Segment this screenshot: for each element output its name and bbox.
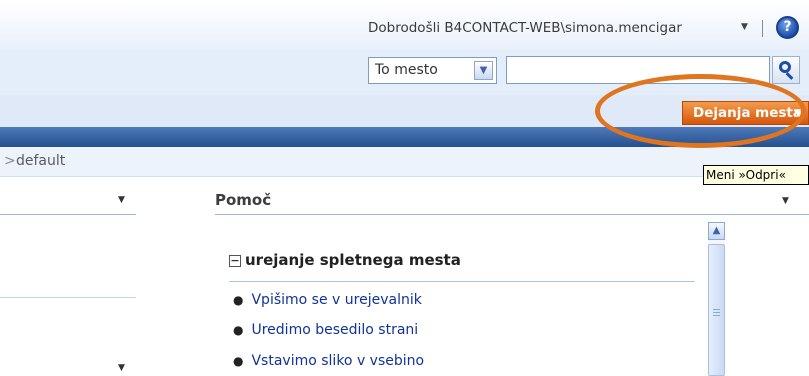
chevron-down-icon: ▼	[741, 22, 748, 32]
webpart-menu-icon[interactable]: ▼	[118, 363, 125, 373]
chevron-down-icon[interactable]: ▼	[474, 61, 493, 80]
search-icon-handle	[785, 72, 794, 80]
help-link-text: Vpišimo se v urejevalnik	[251, 292, 422, 308]
section-underline	[229, 281, 695, 282]
tooltip: Meni »Odpri«	[703, 165, 809, 185]
help-link[interactable]: ● Vstavimo sliko v vsebino	[233, 353, 424, 369]
scrollbar-grip	[713, 309, 720, 310]
help-icon[interactable]: ?	[776, 16, 799, 39]
help-pane-title: Pomoč	[215, 191, 272, 209]
scrollbar-grip	[713, 312, 720, 313]
help-section-header[interactable]: − urejanje spletnega mesta	[229, 251, 461, 269]
search-icon	[779, 61, 791, 73]
webpart-divider	[0, 297, 136, 298]
collapse-icon[interactable]: −	[229, 255, 241, 267]
search-scope-select[interactable]: To mesto ▼	[368, 57, 497, 84]
scrollbar-grip	[713, 315, 720, 316]
help-section-title: urejanje spletnega mesta	[245, 251, 461, 269]
bullet-icon: ●	[233, 354, 244, 368]
webpart-title-underline	[0, 214, 136, 215]
welcome-text: Dobrodošli B4CONTACT-WEB\simona.mencigar	[368, 20, 682, 36]
scroll-up-icon[interactable]: ▲	[708, 222, 725, 240]
breadcrumb-separator: >	[4, 153, 16, 169]
help-link[interactable]: ● Vpišimo se v urejevalnik	[233, 292, 422, 308]
search-button[interactable]	[772, 56, 800, 84]
help-link[interactable]: ● Uredimo besedilo strani	[233, 322, 418, 338]
search-scope-value: To mesto	[375, 62, 438, 78]
webpart-menu-icon[interactable]: ▼	[118, 195, 125, 205]
help-link-text: Uredimo besedilo strani	[251, 322, 419, 338]
highlight-annotation	[595, 74, 806, 148]
help-link-text: Vstavimo sliko v vsebino	[251, 353, 425, 369]
webpart-menu-icon[interactable]: ▼	[782, 196, 789, 206]
scrollbar-thumb[interactable]	[708, 244, 725, 376]
welcome-menu[interactable]: Dobrodošli B4CONTACT-WEB\simona.mencigar…	[368, 20, 748, 36]
bullet-icon: ●	[233, 323, 244, 337]
webpart-title-underline	[215, 214, 809, 215]
separator	[762, 20, 763, 37]
breadcrumb-current: default	[16, 153, 66, 169]
breadcrumb	[0, 147, 809, 177]
sharepoint-page: Dobrodošli B4CONTACT-WEB\simona.mencigar…	[0, 0, 809, 376]
bullet-icon: ●	[233, 293, 244, 307]
